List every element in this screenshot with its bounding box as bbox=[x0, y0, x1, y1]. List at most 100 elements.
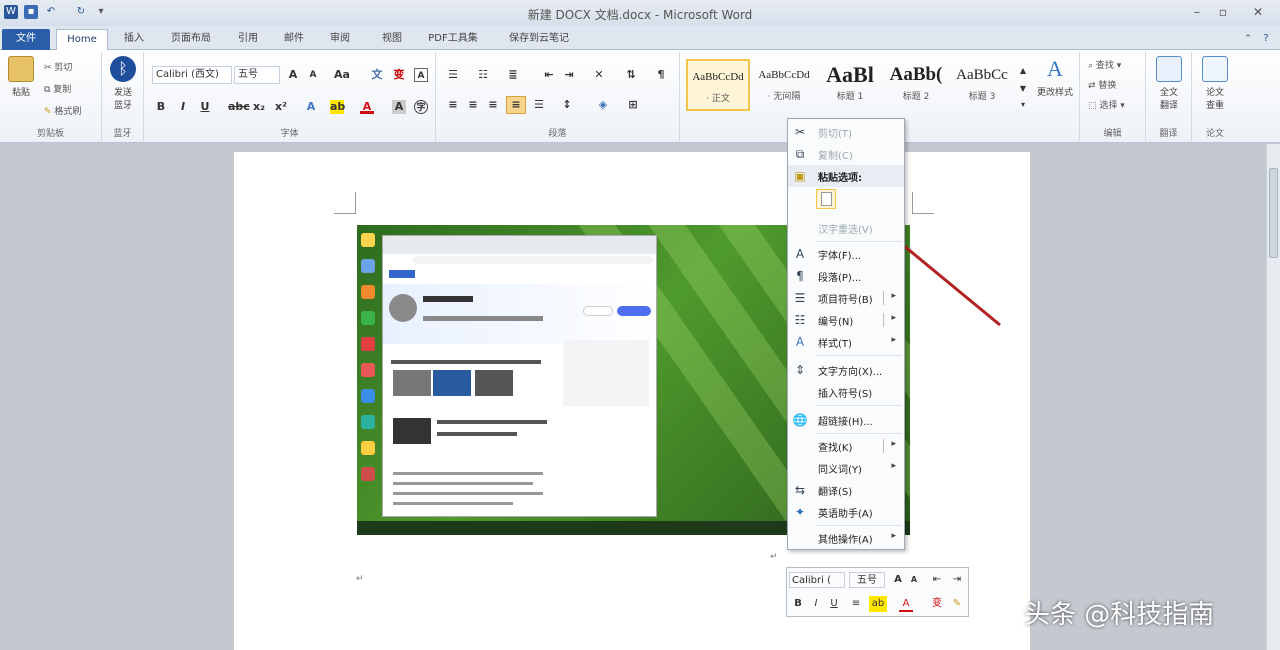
underline-icon[interactable]: U bbox=[198, 100, 212, 114]
styles-scroll-down-icon[interactable]: ▼ bbox=[1016, 82, 1030, 96]
change-styles-button[interactable]: A 更改样式 bbox=[1032, 56, 1078, 98]
menu-item-font[interactable]: A 字体(F)... bbox=[788, 243, 904, 265]
tab-references[interactable]: 引用 bbox=[228, 29, 268, 50]
find-button[interactable]: ⌕ 查找 ▾ bbox=[1088, 58, 1121, 71]
help-icon[interactable]: ? bbox=[1258, 29, 1274, 50]
scrollbar-thumb[interactable] bbox=[1269, 168, 1278, 258]
mini-center-icon[interactable]: ≡ bbox=[849, 596, 863, 612]
shrink-font-icon[interactable]: A bbox=[306, 68, 320, 82]
vertical-scrollbar[interactable] bbox=[1266, 144, 1280, 650]
font-name-combo[interactable]: Calibri (西文) bbox=[152, 66, 232, 84]
tab-mailings[interactable]: 邮件 bbox=[274, 29, 314, 50]
align-center-icon[interactable]: ≡ bbox=[466, 98, 480, 112]
menu-item-insert-symbol[interactable]: 插入符号(S) bbox=[788, 381, 904, 403]
tab-home[interactable]: Home bbox=[56, 29, 108, 50]
shading-icon[interactable]: ◈ bbox=[596, 98, 610, 112]
submenu-arrow-icon[interactable]: ▸ bbox=[891, 439, 896, 449]
menu-item-paragraph[interactable]: ¶ 段落(P)... bbox=[788, 265, 904, 287]
minimize-icon[interactable]: – bbox=[1186, 3, 1208, 21]
tab-insert[interactable]: 插入 bbox=[114, 29, 154, 50]
align-right-icon[interactable]: ≡ bbox=[486, 98, 500, 112]
paper-check-button[interactable]: 论文 查重 bbox=[1198, 56, 1232, 111]
full-text-translate-button[interactable]: 全文 翻译 bbox=[1152, 56, 1186, 111]
bold-icon[interactable]: B bbox=[154, 100, 168, 114]
menu-item-synonyms[interactable]: 同义词(Y) ▸ bbox=[788, 457, 904, 479]
paste-button[interactable]: 粘贴 bbox=[4, 56, 38, 98]
menu-item-reconversion[interactable]: 汉字重选(V) bbox=[788, 217, 904, 239]
bullets-icon[interactable]: ☰ bbox=[446, 68, 460, 82]
enclose-characters-icon[interactable]: 字 bbox=[414, 100, 428, 114]
distributed-icon[interactable]: ☰ bbox=[532, 98, 546, 112]
submenu-arrow-icon[interactable]: ▸ bbox=[891, 291, 896, 301]
tab-review[interactable]: 审阅 bbox=[320, 29, 360, 50]
show-paragraph-marks-icon[interactable]: ¶ bbox=[654, 68, 668, 82]
change-case-icon[interactable]: Aa bbox=[334, 68, 350, 82]
mini-increase-indent-icon[interactable]: ⇥ bbox=[949, 572, 965, 588]
character-shading-icon[interactable]: A bbox=[392, 100, 406, 114]
menu-item-translate[interactable]: ⇆ 翻译(S) bbox=[788, 479, 904, 501]
text-effects-icon[interactable]: A bbox=[304, 100, 318, 114]
send-via-bluetooth-button[interactable]: ᛒ 发送 蓝牙 bbox=[108, 56, 138, 111]
styles-scroll-up-icon[interactable]: ▲ bbox=[1016, 64, 1030, 78]
mini-decrease-indent-icon[interactable]: ⇤ bbox=[929, 572, 945, 588]
tab-page-layout[interactable]: 页面布局 bbox=[160, 29, 222, 50]
font-color-icon[interactable]: A bbox=[360, 100, 374, 114]
mini-font-color-icon[interactable]: A bbox=[899, 596, 913, 612]
menu-item-numbering[interactable]: ☷ 编号(N) ▸ bbox=[788, 309, 904, 331]
borders-icon[interactable]: ⊞ bbox=[626, 98, 640, 112]
superscript-icon[interactable]: x² bbox=[274, 100, 288, 114]
replace-button[interactable]: ⇄ 替换 bbox=[1088, 78, 1116, 91]
menu-item-english-assistant[interactable]: ✦ 英语助手(A) bbox=[788, 501, 904, 523]
menu-item-styles[interactable]: A 样式(T) ▸ bbox=[788, 331, 904, 353]
highlight-icon[interactable]: ab bbox=[330, 100, 345, 114]
minimize-ribbon-icon[interactable]: ⌃ bbox=[1240, 29, 1256, 50]
multilevel-list-icon[interactable]: ≣ bbox=[506, 68, 520, 82]
tab-view[interactable]: 视图 bbox=[366, 29, 418, 50]
copy-button[interactable]: ⧉ 复制 bbox=[44, 82, 71, 95]
menu-item-copy[interactable]: ⧉ 复制(C) bbox=[788, 143, 904, 165]
subscript-icon[interactable]: x₂ bbox=[252, 100, 266, 114]
style-normal[interactable]: AaBbCcDd · 正文 bbox=[686, 59, 750, 111]
character-border-icon[interactable]: A bbox=[414, 68, 428, 82]
styles-more-icon[interactable]: ▾ bbox=[1016, 98, 1030, 112]
menu-item-other-actions[interactable]: 其他操作(A) ▸ bbox=[788, 527, 904, 549]
numbering-icon[interactable]: ☷ bbox=[476, 68, 490, 82]
menu-item-cut[interactable]: ✂ 剪切(T) bbox=[788, 121, 904, 143]
submenu-arrow-icon[interactable]: ▸ bbox=[891, 313, 896, 323]
clear-formatting-icon[interactable]: 变 bbox=[392, 68, 406, 82]
mini-shrink-font-icon[interactable]: A bbox=[907, 572, 921, 588]
style-heading-1[interactable]: AaBl 标题 1 bbox=[818, 59, 882, 111]
align-left-icon[interactable]: ≡ bbox=[446, 98, 460, 112]
mini-font-combo[interactable]: Calibri ( bbox=[789, 572, 845, 588]
increase-indent-icon[interactable]: ⇥ bbox=[562, 68, 576, 82]
pinyin-guide-icon[interactable]: 文 bbox=[370, 68, 384, 82]
menu-item-lookup[interactable]: 查找(K) ▸ bbox=[788, 435, 904, 457]
style-heading-3[interactable]: AaBbCc 标题 3 bbox=[950, 59, 1014, 111]
menu-item-bullets[interactable]: ☰ 项目符号(B) ▸ bbox=[788, 287, 904, 309]
sort-icon[interactable]: ⇅ bbox=[624, 68, 638, 82]
style-no-spacing[interactable]: AaBbCcDd · 无间隔 bbox=[752, 59, 816, 111]
format-painter-button[interactable]: ✎ 格式刷 bbox=[44, 104, 81, 117]
mini-italic-icon[interactable]: I bbox=[809, 596, 823, 612]
cut-button[interactable]: ✂ 剪切 bbox=[44, 60, 72, 73]
tab-file[interactable]: 文件 bbox=[2, 29, 50, 50]
strikethrough-icon[interactable]: abc bbox=[228, 100, 250, 114]
mini-format-painter-icon[interactable]: ✎ bbox=[949, 596, 965, 612]
mini-grow-font-icon[interactable]: A bbox=[891, 572, 905, 588]
italic-icon[interactable]: I bbox=[176, 100, 190, 114]
select-button[interactable]: ⬚ 选择 ▾ bbox=[1088, 98, 1125, 111]
style-heading-2[interactable]: AaBb(标题 2 bbox=[884, 59, 948, 111]
mini-highlight-icon[interactable]: ab bbox=[869, 596, 887, 612]
mini-clear-format-icon[interactable]: 变 bbox=[929, 596, 945, 612]
decrease-indent-icon[interactable]: ⇤ bbox=[542, 68, 556, 82]
paste-keep-text-only-button[interactable] bbox=[816, 189, 836, 209]
close-icon[interactable]: ✕ bbox=[1240, 3, 1276, 21]
maximize-icon[interactable]: ▫ bbox=[1212, 3, 1234, 21]
mini-size-combo[interactable]: 五号 bbox=[849, 572, 885, 588]
mini-bold-icon[interactable]: B bbox=[791, 596, 805, 612]
menu-item-hyperlink[interactable]: 🌐 超链接(H)... bbox=[788, 409, 904, 431]
tab-save-to-cloud-notes[interactable]: 保存到云笔记 bbox=[496, 29, 582, 50]
mini-underline-icon[interactable]: U bbox=[827, 596, 841, 612]
tab-pdf-tools[interactable]: PDF工具集 bbox=[420, 29, 486, 50]
line-spacing-icon[interactable]: ↕ bbox=[560, 98, 574, 112]
